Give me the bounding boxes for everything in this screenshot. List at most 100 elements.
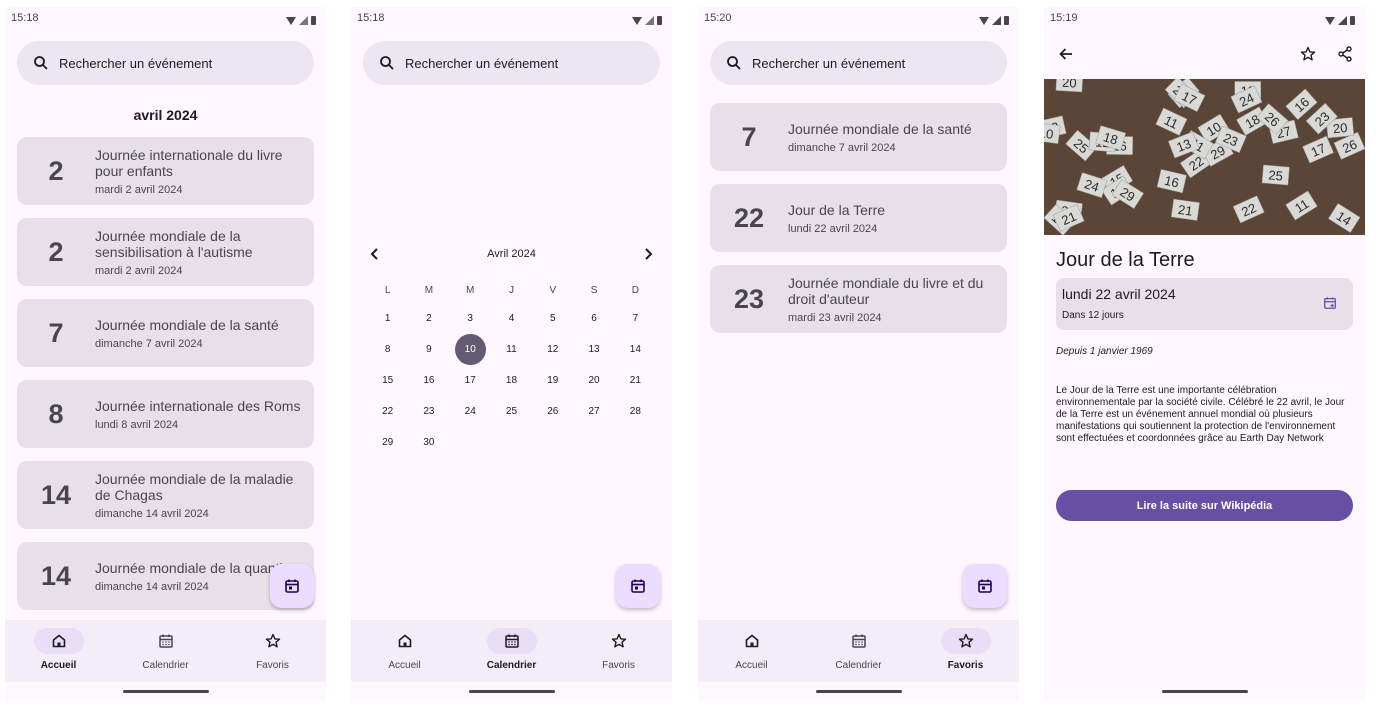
calendar-day[interactable]: 14	[615, 334, 656, 365]
calendar-day[interactable]: 7	[615, 303, 656, 334]
event-detail-screen: 15:19 2216201113152914251218261027211723…	[1044, 7, 1365, 701]
event-title: Journée mondiale de la sensibilisation à…	[95, 227, 253, 260]
svg-text:20: 20	[1062, 79, 1077, 91]
nav-favorites[interactable]: Favoris	[565, 620, 672, 682]
calendar-month-title: Avril 2024	[487, 248, 536, 260]
calendar-day[interactable]: 19	[532, 365, 573, 396]
svg-text:25: 25	[1268, 167, 1284, 183]
calendar-day[interactable]: 20	[573, 365, 614, 396]
number-cards-photo: 2216201113152914251218261027211723242216…	[1044, 79, 1365, 235]
calendar-day[interactable]: 28	[615, 396, 656, 427]
wifi-icon	[286, 16, 296, 25]
number-card: 20	[1055, 79, 1084, 93]
calendar-day[interactable]: 4	[491, 303, 532, 334]
weekday-label: D	[631, 284, 639, 296]
calendar-today-icon	[285, 579, 299, 593]
calendar-fab[interactable]	[963, 564, 1007, 608]
nav-calendar[interactable]: Calendrier	[112, 620, 219, 682]
calendar-day[interactable]: 27	[573, 396, 614, 427]
top-app-bar	[1044, 41, 1365, 67]
calendar-day[interactable]: 18	[491, 365, 532, 396]
event-card[interactable]: 2 Journée mondiale de la sensibilisation …	[17, 218, 314, 286]
calendar-day[interactable]: 29	[367, 427, 408, 458]
nav-favorites[interactable]: Favoris	[219, 620, 326, 682]
home-icon	[52, 634, 65, 648]
calendar-day[interactable]: 21	[615, 365, 656, 396]
calendar-grid: L M M J V S D 1 2 3 4 5 6 7 8 9 10 11 12 13 14 15 16 17 18 19 20 21…	[367, 277, 656, 458]
event-card[interactable]: 22 Jour de la Terre lundi 22 avril 2024	[710, 184, 1007, 252]
event-card[interactable]: 7 Journée mondiale de la santé dimanche 7 …	[17, 299, 314, 367]
month-calendar: Avril 2024 L M M J V S D 1 2 3 4 5 6 7 8 9 10 11 12 13 14 15 1…	[367, 243, 656, 458]
signal-icon	[645, 16, 654, 25]
calendar-icon	[851, 634, 866, 648]
home-icon	[745, 634, 758, 648]
nav-favorites-label: Favoris	[602, 660, 635, 671]
event-day: 14	[40, 479, 72, 510]
chevron-right-icon[interactable]	[640, 246, 656, 262]
nav-home[interactable]: Accueil	[5, 620, 112, 682]
calendar-day[interactable]: 12	[532, 334, 573, 365]
calendar-day[interactable]: 25	[491, 396, 532, 427]
nav-calendar[interactable]: Calendrier	[805, 620, 912, 682]
calendar-day[interactable]: 16	[408, 365, 449, 396]
read-more-wikipedia-button[interactable]: Lire la suite sur Wikipédia	[1056, 490, 1353, 521]
calendar-day[interactable]: 17	[450, 365, 491, 396]
event-title: Journée mondiale de la maladie de Chagas	[95, 470, 294, 503]
calendar-day[interactable]: 1	[367, 303, 408, 334]
event-since: Depuis 1 janvier 1969	[1056, 346, 1153, 357]
gesture-bar[interactable]	[815, 690, 902, 693]
share-icon[interactable]	[1337, 46, 1353, 62]
calendar-day[interactable]: 10	[450, 334, 491, 365]
calendar-day[interactable]: 22	[367, 396, 408, 427]
nav-favorites[interactable]: Favoris	[912, 620, 1019, 682]
gesture-bar[interactable]	[468, 690, 555, 693]
calendar-day[interactable]: 13	[573, 334, 614, 365]
nav-calendar[interactable]: Calendrier	[458, 620, 565, 682]
calendar-day[interactable]: 6	[573, 303, 614, 334]
nav-home[interactable]: Accueil	[351, 620, 458, 682]
nav-favorites-label: Favoris	[256, 660, 289, 671]
event-card[interactable]: 7 Journée mondiale de la santé dimanche 7 …	[710, 103, 1007, 171]
calendar-day[interactable]: 26	[532, 396, 573, 427]
weekday-label: V	[549, 284, 557, 296]
calendar-day[interactable]: 2	[408, 303, 449, 334]
event-card[interactable]: 2 Journée internationale du livre pour en…	[17, 137, 314, 205]
search-bar[interactable]: Rechercher un événement	[710, 41, 1007, 85]
event-date: dimanche 14 avril 2024	[95, 580, 209, 593]
calendar-today-icon	[631, 579, 645, 593]
calendar-day[interactable]: 9	[408, 334, 449, 365]
star-icon[interactable]	[1300, 46, 1316, 62]
calendar-day[interactable]: 8	[367, 334, 408, 365]
calendar-day[interactable]: 24	[450, 396, 491, 427]
gesture-bar[interactable]	[122, 690, 209, 693]
event-card[interactable]: 14 Journée mondiale de la maladie de Chag…	[17, 461, 314, 529]
calendar-day[interactable]: 11	[491, 334, 532, 365]
home-screen: 15:18 Rechercher un événement avril 2024…	[5, 7, 326, 701]
home-icon	[398, 634, 411, 648]
calendar-day[interactable]: 30	[408, 427, 449, 458]
gesture-bar[interactable]	[1161, 690, 1248, 693]
calendar-fab[interactable]	[616, 564, 660, 608]
nav-home[interactable]: Accueil	[698, 620, 805, 682]
event-title: Jour de la Terre	[1056, 249, 1195, 271]
calendar-day[interactable]: 3	[450, 303, 491, 334]
search-placeholder: Rechercher un événement	[59, 55, 213, 71]
event-card[interactable]: 23 Journée mondiale du livre et du droit …	[710, 265, 1007, 333]
back-arrow-icon[interactable]	[1058, 46, 1074, 62]
chevron-left-icon[interactable]	[367, 246, 383, 262]
selected-day-marker: 10	[454, 334, 486, 365]
calendar-day[interactable]: 15	[367, 365, 408, 396]
add-to-calendar-icon[interactable]	[1323, 296, 1337, 310]
event-card[interactable]: 8 Journée internationale des Roms lundi 8 …	[17, 380, 314, 448]
search-bar[interactable]: Rechercher un événement	[17, 41, 314, 85]
calendar-day[interactable]: 5	[532, 303, 573, 334]
calendar-day[interactable]: 23	[408, 396, 449, 427]
event-day: 23	[733, 283, 765, 314]
weekday-label: M	[466, 284, 475, 296]
event-day: 2	[48, 155, 64, 186]
search-icon	[380, 56, 394, 70]
calendar-fab[interactable]	[270, 564, 314, 608]
search-icon	[34, 56, 48, 70]
event-title: Jour de la Terre	[788, 201, 886, 218]
search-bar[interactable]: Rechercher un événement	[363, 41, 660, 85]
